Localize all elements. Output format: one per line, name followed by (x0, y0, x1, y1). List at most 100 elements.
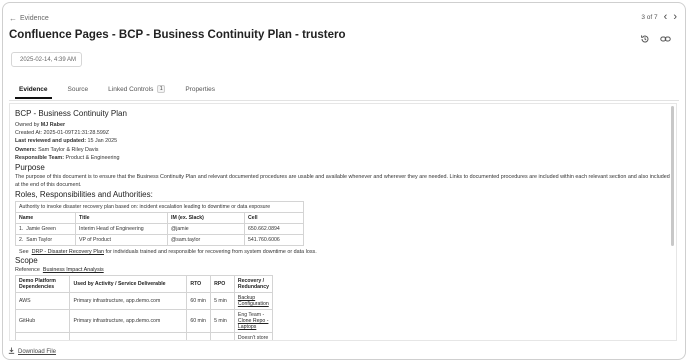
rpo-cell: 5 min (210, 292, 235, 311)
chevron-left-icon[interactable]: ‹ (664, 12, 668, 23)
used-by-cell (69, 332, 188, 340)
rto-cell: 60 min (186, 309, 212, 334)
bia-link[interactable]: Business Impact Analysis (43, 267, 104, 273)
recovery-link[interactable]: Backup Configuration (238, 295, 269, 307)
back-arrow-icon: ← (9, 14, 17, 23)
used-by-cell: Primary infrastructure, app.demo.com (69, 309, 188, 334)
column-header: Demo Platform Dependencies (14, 275, 71, 294)
created-at: Created At: 2025-01-09T21:31:28.599Z (15, 130, 110, 137)
purpose-heading: Purpose (15, 163, 45, 173)
person-name: Jamie Green (26, 226, 56, 233)
row-number: 2. (19, 237, 24, 244)
column-header: Used by Activity / Service Deliverable (69, 275, 188, 294)
column-header: RTO (186, 275, 212, 294)
roles-table: Authority to invoke disaster recovery pl… (15, 201, 304, 247)
owners: Owners: Sam Taylor & Riley Davis (15, 146, 671, 154)
column-header: Recovery / Redundancy (233, 275, 274, 294)
document-title: BCP - Business Continuity Plan (15, 109, 127, 118)
scrollbar[interactable] (671, 106, 674, 246)
used-by-cell: Primary infrastructure, app.demo.com (69, 292, 188, 311)
tab-linked-controls[interactable]: Linked Controls 1 (98, 85, 175, 98)
row-number: 1. (19, 226, 24, 233)
dependency-cell (14, 332, 71, 340)
responsible-team: Responsible Team: Product & Engineering (15, 154, 671, 162)
im-cell: @jamie (167, 223, 245, 236)
history-icon[interactable] (640, 34, 650, 44)
download-icon (8, 347, 15, 356)
back-link[interactable]: ← Evidence (9, 14, 49, 23)
page-counter: 3 of 7 (641, 13, 658, 21)
tab-source[interactable]: Source (58, 85, 99, 98)
tab-label: Evidence (19, 85, 48, 93)
see-label: See (19, 249, 29, 256)
table-row: 1. Jamie Green Interim Head of Engineeri… (15, 223, 304, 236)
table-row: 2. Sam Taylor VP of Product @sam.taylor … (15, 234, 304, 247)
column-header: Name (15, 212, 76, 225)
last-reviewed-label: Last reviewed and updated: (15, 138, 86, 145)
tab-evidence[interactable]: Evidence (9, 85, 58, 99)
date-chip[interactable]: 2025-02-14, 4:39 AM (11, 52, 82, 67)
reference-label: Reference (15, 267, 40, 274)
column-header: Cell (244, 212, 304, 225)
scope-table: Demo Platform Dependencies Used by Activ… (14, 275, 274, 340)
cell-cell: 541.760.6006 (244, 234, 304, 247)
name-cell: 2. Sam Taylor (15, 234, 76, 247)
column-header: Title (75, 212, 168, 225)
tab-label: Source (67, 85, 89, 93)
im-cell: @sam.taylor (167, 234, 245, 247)
rpo-cell (210, 332, 235, 340)
see-note: See DRP - Disaster Recovery Plan for ind… (19, 249, 671, 255)
link-icon[interactable] (660, 34, 671, 44)
tab-label: Properties (185, 85, 215, 93)
tab-divider (9, 100, 679, 101)
title-actions (640, 34, 671, 44)
tab-properties[interactable]: Properties (175, 85, 225, 98)
title-cell: Interim Head of Engineering (75, 223, 168, 236)
last-reviewed-value: 15 Jan 2025 (87, 138, 118, 145)
tab-label: Linked Controls (108, 85, 154, 93)
recovery-cell: Doesn't store data (233, 332, 274, 340)
rpo-cell: 5 min (210, 309, 235, 334)
authority-cell: Authority to invoke disaster recovery pl… (15, 201, 304, 214)
table-row: Doesn't store data (14, 332, 274, 340)
owned-by: Owned by MJ Raber (15, 121, 671, 129)
document-viewer[interactable]: BCP - Business Continuity Plan Owned by … (9, 103, 677, 341)
cell-cell: 650.662.0894 (244, 223, 304, 236)
team-value: Product & Engineering (65, 154, 120, 161)
pager: 3 of 7 ‹ › (641, 12, 677, 23)
page-title: Confluence Pages - BCP - Business Contin… (9, 29, 346, 41)
title-cell: VP of Product (75, 234, 168, 247)
roles-heading: Roles, Responsibilities and Authorities: (15, 190, 153, 200)
rto-cell (186, 332, 212, 340)
column-header: IM (ex. Slack) (167, 212, 245, 225)
person-name: Sam Taylor (26, 237, 53, 244)
recovery-cell: Eng Team - Clone Repo - Laptops (233, 309, 274, 334)
dependency-cell: AWS (14, 292, 71, 311)
reference-line: Reference Business Impact Analysis (15, 266, 671, 274)
name-cell: 1. Jamie Green (15, 223, 76, 236)
table-row: GitHub Primary infrastructure, app.demo.… (14, 309, 274, 334)
owners-label: Owners: (15, 146, 37, 153)
tab-bar: Evidence Source Linked Controls 1 Propert… (9, 85, 225, 99)
scope-heading: Scope (15, 256, 38, 266)
column-header: RPO (210, 275, 235, 294)
count-badge: 1 (157, 85, 166, 93)
recovery-link[interactable]: Clone Repo - Laptops (238, 318, 269, 330)
owners-value: Sam Taylor & Riley Davis (38, 146, 99, 153)
download-file-link[interactable]: Download File (8, 347, 56, 356)
team-label: Responsible Team: (15, 154, 65, 161)
last-reviewed: Last reviewed and updated: 15 Jan 2025 (15, 137, 671, 145)
dependency-cell: GitHub (14, 309, 71, 334)
back-label: Evidence (20, 15, 49, 22)
owner-name: MJ Raber (40, 122, 66, 128)
recovery-cell: Backup Configuration (233, 292, 274, 311)
rto-cell: 60 min (186, 292, 212, 311)
table-row: AWS Primary infrastructure, app.demo.com… (14, 292, 274, 311)
owned-by-label: Owned by (15, 122, 40, 128)
purpose-text: The purpose of this document is to ensur… (15, 174, 670, 189)
download-label: Download File (18, 348, 57, 355)
see-rest: for individuals trained and responsible … (105, 249, 317, 256)
drp-link[interactable]: DRP - Disaster Recovery Plan (32, 249, 104, 255)
chevron-right-icon[interactable]: › (673, 12, 677, 23)
evidence-panel: ← Evidence 3 of 7 ‹ › Confluence Pages -… (2, 2, 686, 360)
